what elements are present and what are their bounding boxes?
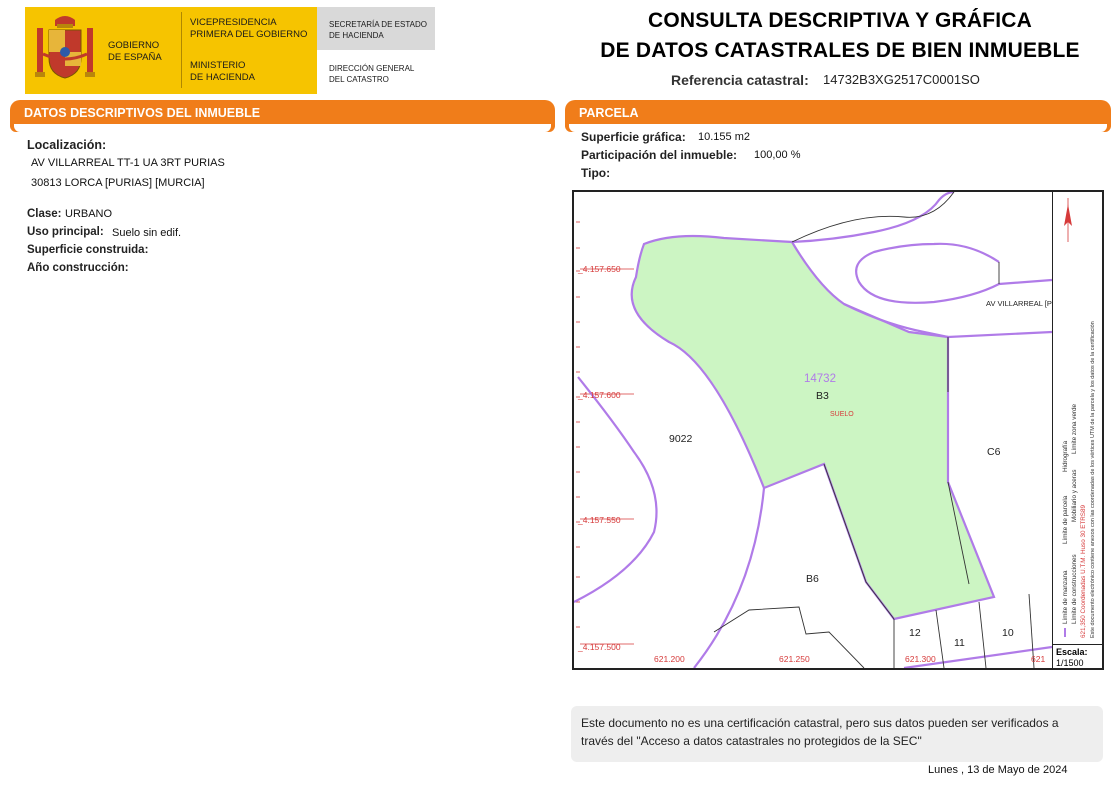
parcel-b6-label: B6	[806, 573, 819, 585]
address-line1: AV VILLARREAL TT-1 UA 3RT PURIAS	[31, 157, 225, 169]
parcel-11-label: 11	[954, 637, 965, 649]
title-line1: CONSULTA DESCRIPTIVA Y GRÁFICA	[647, 9, 1033, 32]
anio-label: Año construcción:	[27, 262, 129, 274]
vicepresidencia-label: VICEPRESIDENCIA PRIMERA DEL GOBIERNO	[190, 17, 307, 41]
vice-line1: VICEPRESIDENCIA	[190, 17, 277, 28]
gobierno-line2: DE ESPAÑA	[108, 52, 162, 63]
secretaria-label: SECRETARÍA DE ESTADO DE HACIENDA	[329, 19, 427, 41]
suelo-label: SUELO	[830, 411, 854, 418]
scale-box: Escala: 1/1500	[1052, 644, 1102, 668]
localizacion-label: Localización:	[27, 138, 107, 152]
vice-line2: PRIMERA DEL GOBIERNO	[190, 29, 308, 40]
y-tick-4157600: _4.157.600	[577, 390, 621, 400]
dir-line1: DIRECCIÓN GENERAL	[329, 64, 415, 73]
sup-grafica-label: Superficie gráfica:	[581, 130, 686, 144]
ref-catastral-value: 14732B3XG2517C0001SO	[823, 72, 980, 87]
x-tick-621250: 621.250	[779, 654, 810, 664]
legend-manzana: Límite de manzana	[1062, 570, 1069, 624]
y-tick-4157500: _4.157.500	[577, 642, 621, 652]
legend-nota: Este documento electrónico contiene anex…	[1090, 321, 1096, 638]
parcel-code-label: B3	[816, 390, 829, 402]
min-line2: DE HACIENDA	[190, 72, 255, 83]
disclaimer-notice: Este documento no es una certificación c…	[571, 706, 1103, 762]
legend-zona-verde: Límite zona verde	[1071, 403, 1078, 454]
direccion-label: DIRECCIÓN GENERAL DEL CATASTRO	[329, 63, 414, 85]
uso-value: Suelo sin edif.	[112, 227, 182, 239]
y-tick-4157550: _4.157.550	[577, 515, 621, 525]
parcel-14732[interactable]	[630, 234, 996, 621]
parcela-section-title: PARCELA	[579, 106, 639, 120]
tipo-label: Tipo:	[581, 166, 611, 180]
uso-label: Uso principal:	[27, 226, 104, 238]
sec-line1: SECRETARÍA DE ESTADO	[329, 20, 427, 29]
gobierno-label: GOBIERNO DE ESPAÑA	[108, 40, 162, 64]
participacion-value: 100,00 %	[754, 149, 801, 161]
y-tick-4157650: _4.157.650	[577, 264, 621, 274]
scale-value: 1/1500	[1056, 658, 1084, 668]
ministerio-label: MINISTERIO DE HACIENDA	[190, 60, 255, 84]
legend-construcciones: Límite de construcciones	[1071, 554, 1078, 624]
legend-parcela: Límite de parcela	[1062, 495, 1069, 544]
x-tick-621300: 621.300	[905, 654, 936, 664]
map-drawing[interactable]: 14732 B3 SUELO AV VILLARREAL [PU 9022 C6…	[574, 192, 1052, 668]
logo-divider	[181, 12, 182, 88]
coat-of-arms-icon	[35, 16, 95, 79]
address-line2: 30813 LORCA [PURIAS] [MURCIA]	[31, 177, 205, 189]
ref-catastral-label: Referencia catastral:	[671, 72, 809, 88]
street-label: AV VILLARREAL [PU	[986, 299, 1052, 308]
legend-hidrografia: Hidrografía	[1062, 440, 1069, 472]
gobierno-line1: GOBIERNO	[108, 40, 160, 51]
parcel-12-label: 12	[909, 627, 921, 639]
parcel-10-label: 10	[1002, 627, 1014, 639]
page-title: CONSULTA DESCRIPTIVA Y GRÁFICA DE DATOS …	[580, 6, 1100, 66]
datos-section-header: DATOS DESCRIPTIVOS DEL INMUEBLE	[10, 100, 555, 132]
parcel-c6-label: C6	[987, 446, 1001, 458]
clase-value: URBANO	[65, 208, 113, 220]
sec-line2: DE HACIENDA	[329, 31, 384, 40]
datos-header-cap	[14, 124, 551, 132]
legend-mobiliario: Mobiliario y aceras	[1071, 470, 1078, 523]
document-date: Lunes , 13 de Mayo de 2024	[928, 764, 1068, 776]
x-tick-621: 621	[1031, 654, 1045, 664]
sup-grafica-value: 10.155 m2	[698, 131, 750, 143]
north-arrow-icon	[1064, 198, 1072, 242]
map-legend: Límite de manzana Límite de parcela Hidr…	[1052, 192, 1103, 644]
parcel-9022-label: 9022	[669, 433, 693, 445]
min-line1: MINISTERIO	[190, 60, 246, 71]
grid-ticks	[576, 221, 634, 645]
sup-construida-label: Superficie construida:	[27, 244, 149, 256]
participacion-label: Participación del inmueble:	[581, 148, 738, 162]
parcela-section-header: PARCELA	[565, 100, 1111, 132]
parcel-number-label: 14732	[804, 373, 836, 385]
x-tick-621200: 621.200	[654, 654, 685, 664]
clase-label: Clase:	[27, 208, 62, 220]
legend-coords: 621,350 Coordenadas U.T.M. Huso 30 ETRS8…	[1080, 504, 1087, 638]
dir-line2: DEL CATASTRO	[329, 75, 389, 84]
title-line2: DE DATOS CATASTRALES DE BIEN INMUEBLE	[600, 39, 1080, 62]
scale-label: Escala:	[1056, 647, 1088, 657]
datos-section-title: DATOS DESCRIPTIVOS DEL INMUEBLE	[24, 106, 261, 120]
